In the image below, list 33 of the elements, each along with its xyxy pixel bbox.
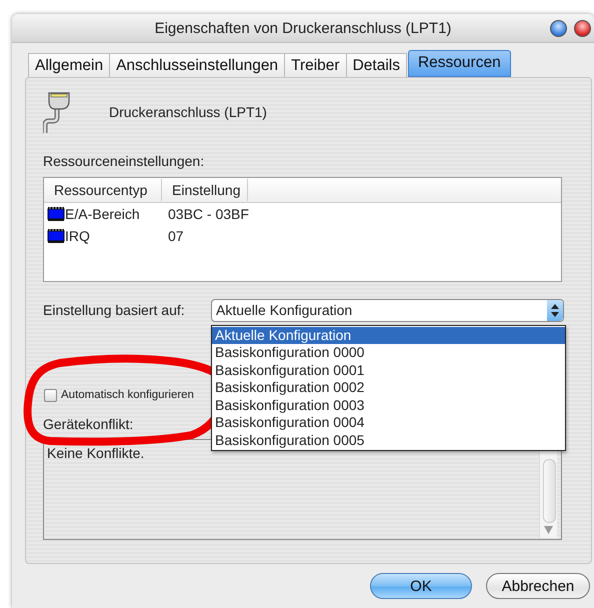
table-cell: E/A-Bereich xyxy=(65,206,140,222)
section-label: Gerätekonflikt: xyxy=(43,416,134,432)
tab[interactable]: Ressourcen xyxy=(408,50,511,77)
dropdown-option[interactable]: Basiskonfiguration 0000 xyxy=(212,344,565,362)
scroll-down-icon[interactable] xyxy=(544,526,553,534)
dropdown-option[interactable]: Aktuelle Konfiguration xyxy=(212,326,565,344)
minimize-button[interactable] xyxy=(550,20,567,37)
dropdown-option[interactable]: Basiskonfiguration 0002 xyxy=(212,379,565,396)
dropdown-option[interactable]: Basiskonfiguration 0004 xyxy=(212,414,565,432)
table-cell: 07 xyxy=(168,228,184,244)
conflict-text: Keine Konflikte. xyxy=(47,445,144,461)
window-title: Eigenschaften von Druckeranschluss (LPT1) xyxy=(154,20,452,36)
field-label: Einstellung basiert auf: xyxy=(43,302,186,318)
tab[interactable]: Details xyxy=(346,53,407,77)
chip-icon xyxy=(47,207,65,221)
dropdown-option[interactable]: Basiskonfiguration 0005 xyxy=(212,432,565,449)
tab[interactable]: Allgemein xyxy=(28,53,110,77)
column-header[interactable]: Einstellung xyxy=(162,179,248,201)
table-cell: IRQ xyxy=(65,228,90,244)
checkbox[interactable] xyxy=(44,388,57,402)
dropdown-option[interactable]: Basiskonfiguration 0003 xyxy=(212,396,565,414)
checkbox-label: Automatisch konfigurieren xyxy=(61,389,194,401)
ok-button[interactable]: OK xyxy=(370,573,472,599)
device-name: Druckeranschluss (LPT1) xyxy=(109,104,267,120)
stepper-arrows-icon xyxy=(551,304,559,316)
close-button[interactable] xyxy=(574,20,591,37)
chip-icon xyxy=(47,229,65,243)
column-header[interactable]: Ressourcentyp xyxy=(44,179,162,201)
dropdown-value: Aktuelle Konfiguration xyxy=(216,302,352,318)
cancel-button[interactable]: Abbrechen xyxy=(486,573,590,599)
dropdown-option[interactable]: Basiskonfiguration 0001 xyxy=(212,362,565,379)
table-cell: 03BC - 03BF xyxy=(168,206,249,222)
section-label: Ressourceneinstellungen: xyxy=(43,153,206,169)
